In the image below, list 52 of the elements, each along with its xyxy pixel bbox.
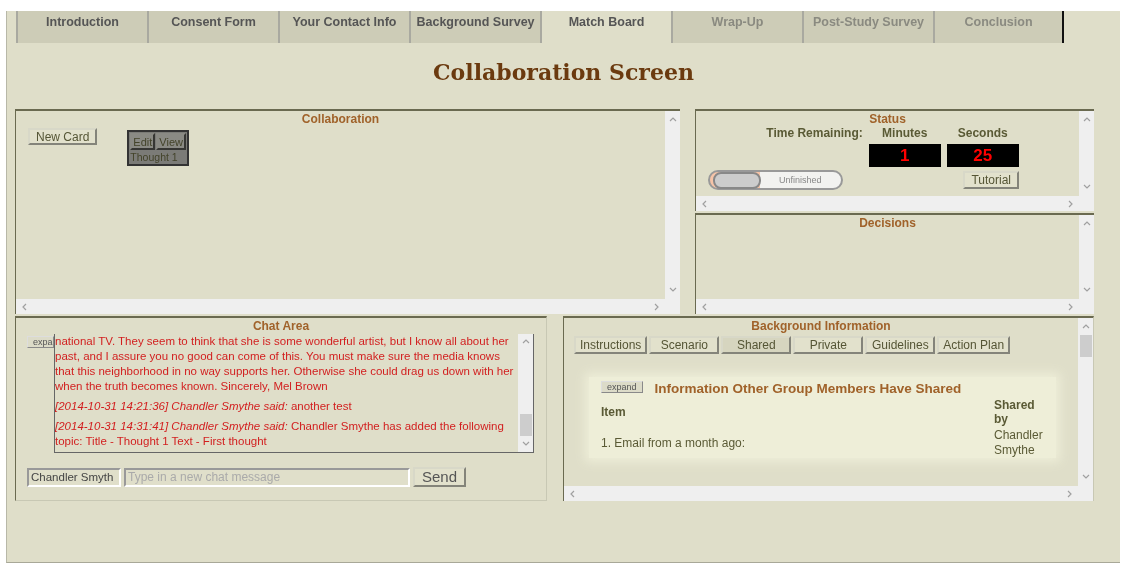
name-field[interactable]: Chandler Smyth bbox=[27, 467, 121, 487]
chat-message: [2014-10-31 14:21:36] Chandler Smythe said: another test bbox=[55, 399, 353, 414]
tab[interactable]: Introduction bbox=[16, 11, 147, 43]
panel-title: Status bbox=[868, 112, 907, 126]
page-title: Collaboration Screen bbox=[432, 59, 695, 87]
horizontal-scrollbar[interactable] bbox=[696, 299, 1094, 314]
table-cell: 1. Email from a month ago: bbox=[601, 428, 994, 458]
tab[interactable]: Consent Form bbox=[147, 11, 278, 43]
minutes-label: Minutes bbox=[882, 126, 928, 141]
vertical-scrollbar[interactable] bbox=[1079, 215, 1094, 299]
scroll-thumb[interactable] bbox=[519, 414, 532, 436]
minutes-display: 1 bbox=[868, 144, 941, 167]
expand-button[interactable]: expa bbox=[27, 336, 54, 348]
tab[interactable]: Action Plan bbox=[937, 336, 1011, 354]
view-button[interactable]: View bbox=[156, 133, 186, 150]
vertical-scrollbar[interactable] bbox=[1079, 111, 1094, 196]
panel-title: Decisions bbox=[858, 216, 917, 230]
panel-title: Background Information bbox=[750, 319, 892, 333]
seconds-display: 25 bbox=[946, 144, 1019, 167]
column-header: Shared by bbox=[994, 397, 1036, 428]
toggle-label: Unfinished bbox=[779, 175, 822, 185]
card-title: Thought 1 bbox=[129, 151, 179, 163]
time-remaining-label: Time Remaining: bbox=[766, 126, 863, 141]
tab[interactable]: Guidelines bbox=[865, 336, 936, 354]
edit-button[interactable]: Edit bbox=[130, 133, 156, 150]
new-card-button[interactable]: New Card bbox=[28, 128, 98, 145]
vertical-scrollbar[interactable] bbox=[665, 111, 680, 299]
tab[interactable]: Background Survey bbox=[409, 11, 540, 43]
horizontal-scrollbar[interactable] bbox=[16, 299, 680, 314]
expand-button[interactable]: expand bbox=[601, 380, 643, 393]
seconds-label: Seconds bbox=[957, 126, 1008, 141]
section-heading: Information Other Group Members Have Shared bbox=[654, 381, 962, 396]
card[interactable]: Edit View Thought 1 bbox=[127, 130, 189, 166]
column-header: Item bbox=[601, 396, 994, 428]
scroll-thumb[interactable] bbox=[1079, 335, 1092, 357]
chat-message: [2014-10-31 14:31:41] Chandler Smythe said: Chandler Smythe has added the following topic: Title - Thought 1 Text - First thought bbox=[55, 419, 505, 449]
panel-title: Chat Area bbox=[251, 319, 311, 333]
tab[interactable]: Your Contact Info bbox=[278, 11, 409, 43]
tutorial-button[interactable]: Tutorial bbox=[963, 171, 1019, 189]
table-cell: Chandler Smythe bbox=[994, 428, 1044, 458]
chat-message: national TV. They seem to think that she is some wonderful artist, but I know all about her past, and I assure you no good can come of this. You must make sure the media knows that this neighborhood in no way supports her. Otherwise she could drag us down with her when the truth becomes known. Sincerely, Mel Brown bbox=[55, 334, 515, 394]
tab[interactable]: Shared bbox=[721, 336, 792, 354]
panel-title: Collaboration bbox=[300, 112, 381, 126]
vertical-scrollbar[interactable] bbox=[518, 334, 533, 452]
vertical-scrollbar[interactable] bbox=[1078, 318, 1093, 486]
horizontal-scrollbar[interactable] bbox=[564, 486, 1093, 501]
tab[interactable]: Instructions bbox=[574, 336, 648, 354]
send-button[interactable]: Send bbox=[413, 467, 467, 487]
tab[interactable]: Private bbox=[793, 336, 864, 354]
horizontal-scrollbar[interactable] bbox=[696, 196, 1094, 211]
toggle-switch[interactable]: Unfinished bbox=[708, 170, 843, 190]
tab[interactable]: Scenario bbox=[649, 336, 720, 354]
